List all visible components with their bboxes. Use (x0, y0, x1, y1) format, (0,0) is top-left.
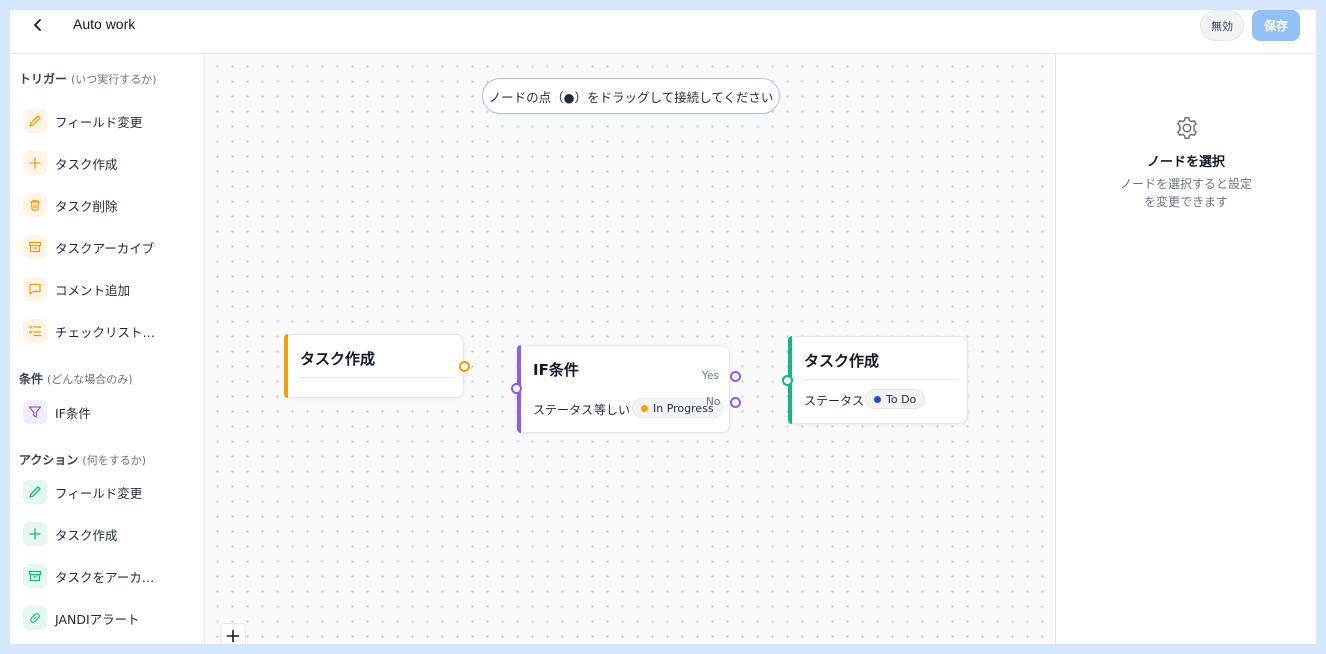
chevron-left-icon (34, 19, 41, 31)
connect-hint: ノードの点（●）をドラッグして接続してください (482, 78, 780, 114)
action-field: ステータス (804, 394, 865, 408)
trigger-node[interactable]: タスク作成 (284, 334, 470, 398)
sidebar-item-condition-if[interactable]: IF条件 (23, 399, 91, 425)
yes-output-port[interactable] (730, 371, 741, 382)
status-value: To Do (886, 392, 917, 406)
archive-icon (23, 564, 47, 588)
app-window: Auto work 無効 保存 トリガー (いつ実行するか) フィールド変更 タス… (10, 10, 1316, 644)
node-accent-bar (284, 334, 288, 398)
workflow-canvas[interactable]: ノードの点（●）をドラッグして接続してください タスク作成 IF条件 ステータス… (205, 54, 1056, 644)
archive-icon (23, 235, 47, 259)
pencil-icon (23, 109, 47, 133)
action-title: アクション (19, 453, 79, 467)
comment-icon (23, 277, 47, 301)
plus-icon (23, 151, 47, 175)
node-title: IF条件 (533, 361, 579, 379)
back-button[interactable] (26, 14, 50, 36)
sidebar-item-trigger-field-change[interactable]: フィールド変更 (23, 108, 142, 134)
status-dot (874, 395, 881, 403)
panel-description-line: を変更できます (1143, 195, 1228, 209)
page-title: Auto work (73, 16, 136, 32)
sidebar-item-action-task-archive[interactable]: タスクをアーカ… (23, 563, 154, 589)
input-port[interactable] (782, 375, 793, 386)
node-title: タスク作成 (300, 350, 376, 368)
trigger-subtitle: (いつ実行するか) (71, 73, 157, 86)
condition-title: 条件 (19, 372, 44, 386)
disable-button[interactable]: 無効 (1200, 10, 1244, 41)
sidebar-item-label: JANDIアラート (55, 611, 140, 627)
input-port[interactable] (511, 383, 522, 394)
status-dot (641, 404, 648, 412)
sidebar-item-label: タスク削除 (55, 198, 118, 214)
sidebar-item-trigger-comment-add[interactable]: コメント追加 (23, 276, 130, 302)
sidebar-item-label: タスク作成 (55, 527, 118, 543)
properties-panel: ノードを選択 ノードを選択すると設定 を変更できます (1056, 54, 1316, 644)
no-label: No (706, 396, 721, 408)
condition-operator: 等しい (594, 403, 631, 417)
panel-description: ノードを選択すると設定 を変更できます (1056, 175, 1316, 211)
header: Auto work 無効 保存 (10, 10, 1316, 54)
sidebar-item-label: チェックリスト… (55, 324, 156, 340)
sidebar-item-action-task-create[interactable]: タスク作成 (23, 521, 118, 547)
sidebar-item-label: コメント追加 (55, 282, 131, 298)
save-button[interactable]: 保存 (1252, 10, 1300, 41)
trash-icon (23, 193, 47, 217)
no-output-port[interactable] (730, 397, 741, 408)
plus-icon (226, 629, 240, 643)
zoom-in-button[interactable] (220, 623, 246, 644)
trigger-title: トリガー (19, 72, 68, 86)
sidebar-item-label: IF条件 (55, 405, 91, 421)
node-palette-sidebar: トリガー (いつ実行するか) フィールド変更 タスク作成 タスク削除 タスクアーカ… (10, 54, 205, 644)
sidebar-item-label: タスク作成 (55, 156, 118, 172)
sidebar-item-trigger-task-archive[interactable]: タスクアーカイブ (23, 234, 154, 260)
action-node[interactable]: タスク作成 ステータス To Do (782, 336, 968, 424)
condition-field: ステータス (533, 403, 594, 417)
yes-label: Yes (702, 370, 719, 382)
pencil-icon (23, 480, 47, 504)
action-section-title: アクション (何をするか) (19, 451, 146, 468)
status-value: In Progress (653, 401, 714, 415)
sidebar-item-action-jandi-alert[interactable]: JANDIアラート (23, 605, 140, 631)
gear-icon (1177, 116, 1197, 140)
sidebar-item-trigger-task-delete[interactable]: タスク削除 (23, 192, 118, 218)
sidebar-item-label: フィールド変更 (55, 114, 143, 130)
panel-description-line: ノードを選択すると設定 (1119, 177, 1252, 191)
filter-icon (23, 400, 47, 424)
sidebar-item-label: タスクアーカイブ (55, 240, 155, 256)
node-divider (803, 379, 959, 380)
sidebar-item-trigger-checklist[interactable]: チェックリスト… (23, 318, 155, 344)
node-title: タスク作成 (804, 352, 880, 370)
checklist-icon (23, 319, 47, 343)
trigger-section-title: トリガー (いつ実行するか) (19, 70, 157, 87)
condition-subtitle: (どんな場合のみ) (47, 373, 133, 386)
sidebar-item-label: タスクをアーカ… (55, 569, 155, 585)
node-divider (299, 377, 455, 378)
sidebar-item-label: フィールド変更 (55, 485, 143, 501)
sidebar-item-trigger-task-create[interactable]: タスク作成 (23, 150, 118, 176)
panel-title: ノードを選択 (1146, 155, 1225, 170)
plus-icon (23, 522, 47, 546)
condition-section-title: 条件 (どんな場合のみ) (19, 370, 133, 387)
link-icon (23, 606, 47, 630)
action-subtitle: (何をするか) (82, 454, 146, 467)
output-port[interactable] (459, 361, 470, 372)
status-badge: To Do (865, 389, 926, 409)
sidebar-item-action-field-change[interactable]: フィールド変更 (23, 479, 142, 505)
if-condition-node[interactable]: IF条件 ステータス 等しい In Progress Yes No (511, 345, 741, 433)
